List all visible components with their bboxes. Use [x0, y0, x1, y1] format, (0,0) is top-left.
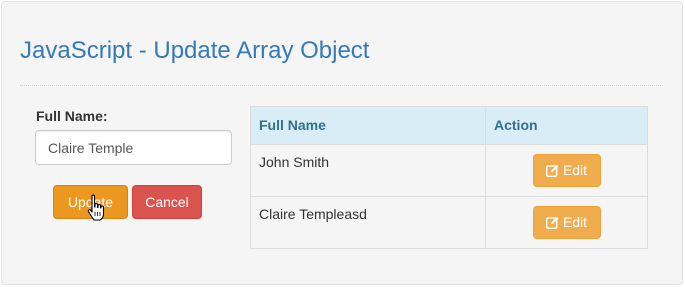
update-button[interactable]: Update	[53, 185, 128, 219]
edit-button[interactable]: Edit	[532, 206, 601, 239]
table-row: John Smith Edit	[250, 144, 648, 197]
title-divider	[20, 85, 663, 86]
cancel-button[interactable]: Cancel	[132, 185, 202, 219]
row-name: John Smith	[250, 144, 486, 197]
edit-label: Edit	[562, 162, 588, 178]
row-action-cell: Edit	[485, 144, 648, 197]
full-name-input[interactable]	[35, 130, 232, 165]
row-action-cell: Edit	[485, 196, 648, 249]
table-row: Claire Templeasd Edit	[250, 196, 648, 249]
full-name-label: Full Name:	[36, 108, 108, 124]
header-action: Action	[485, 106, 648, 145]
page-title: JavaScript - Update Array Object	[20, 37, 370, 64]
edit-icon	[545, 165, 559, 177]
people-table: Full Name Action John Smith Edit Claire …	[250, 106, 648, 249]
edit-label: Edit	[562, 214, 588, 230]
header-full-name: Full Name	[250, 106, 486, 145]
table-header-row: Full Name Action	[250, 106, 648, 145]
edit-icon	[545, 217, 559, 229]
edit-button[interactable]: Edit	[532, 154, 601, 187]
row-name: Claire Templeasd	[250, 196, 486, 249]
